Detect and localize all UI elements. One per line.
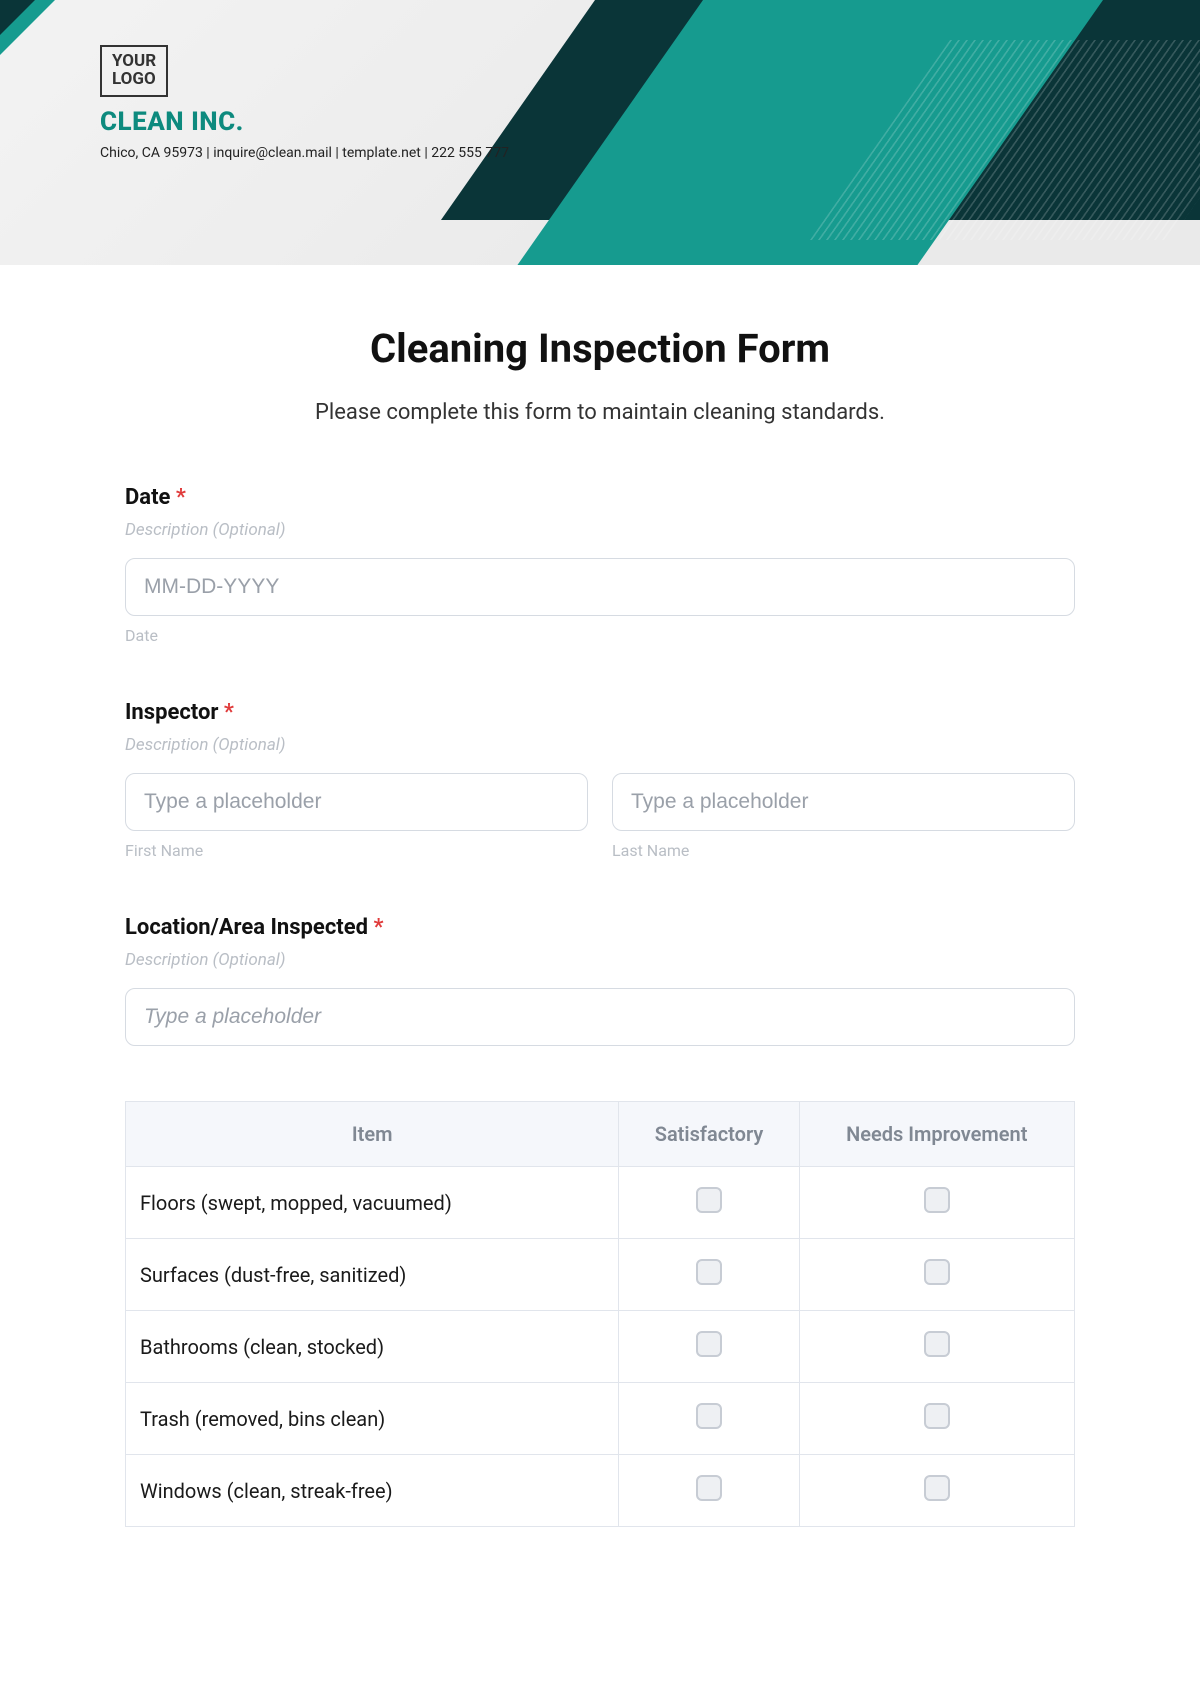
required-mark: * [176,485,186,510]
contact-line: Chico, CA 95973 | inquire@clean.mail | t… [100,145,1200,161]
checkbox-satisfactory[interactable] [696,1331,722,1357]
first-name-sublabel: First Name [125,841,588,860]
col-item: Item [126,1102,619,1167]
checkbox-needs-improvement[interactable] [924,1403,950,1429]
checkbox-satisfactory[interactable] [696,1475,722,1501]
item-label: Surfaces (dust-free, sanitized) [126,1239,619,1311]
location-input[interactable] [125,988,1075,1046]
location-label-row: Location/Area Inspected * [125,915,1075,940]
checkbox-satisfactory[interactable] [696,1187,722,1213]
last-name-input[interactable] [612,773,1075,831]
form-body: Cleaning Inspection Form Please complete… [0,265,1200,1567]
table-row: Bathrooms (clean, stocked) [126,1311,1075,1383]
inspector-description: Description (Optional) [125,735,1075,755]
col-satisfactory: Satisfactory [619,1102,799,1167]
date-input[interactable] [125,558,1075,616]
location-description: Description (Optional) [125,950,1075,970]
logo-placeholder: YOUR LOGO [100,45,168,97]
field-location: Location/Area Inspected * Description (O… [125,915,1075,1046]
company-name: CLEAN INC. [100,107,1200,137]
checkbox-satisfactory[interactable] [696,1259,722,1285]
item-label: Bathrooms (clean, stocked) [126,1311,619,1383]
form-subtitle: Please complete this form to maintain cl… [125,400,1075,425]
checkbox-satisfactory[interactable] [696,1403,722,1429]
checkbox-needs-improvement[interactable] [924,1331,950,1357]
last-name-sublabel: Last Name [612,841,1075,860]
date-label: Date [125,485,170,510]
item-label: Windows (clean, streak-free) [126,1455,619,1527]
table-row: Surfaces (dust-free, sanitized) [126,1239,1075,1311]
first-name-input[interactable] [125,773,588,831]
checkbox-needs-improvement[interactable] [924,1187,950,1213]
inspector-label: Inspector [125,700,218,725]
location-label: Location/Area Inspected [125,915,368,940]
required-mark: * [373,915,383,940]
logo-line2: LOGO [112,69,156,89]
table-row: Trash (removed, bins clean) [126,1383,1075,1455]
required-mark: * [224,700,234,725]
item-label: Trash (removed, bins clean) [126,1383,619,1455]
item-label: Floors (swept, mopped, vacuumed) [126,1167,619,1239]
inspection-table: Item Satisfactory Needs Improvement Floo… [125,1101,1075,1527]
field-date: Date * Description (Optional) Date [125,485,1075,645]
table-row: Floors (swept, mopped, vacuumed) [126,1167,1075,1239]
field-inspector: Inspector * Description (Optional) First… [125,700,1075,860]
checkbox-needs-improvement[interactable] [924,1259,950,1285]
date-sublabel: Date [125,626,1075,645]
date-description: Description (Optional) [125,520,1075,540]
checkbox-needs-improvement[interactable] [924,1475,950,1501]
date-label-row: Date * [125,485,1075,510]
col-needs-improvement: Needs Improvement [799,1102,1074,1167]
form-title: Cleaning Inspection Form [125,325,1075,372]
table-row: Windows (clean, streak-free) [126,1455,1075,1527]
inspector-label-row: Inspector * [125,700,1075,725]
header-banner: YOUR LOGO CLEAN INC. Chico, CA 95973 | i… [0,0,1200,265]
